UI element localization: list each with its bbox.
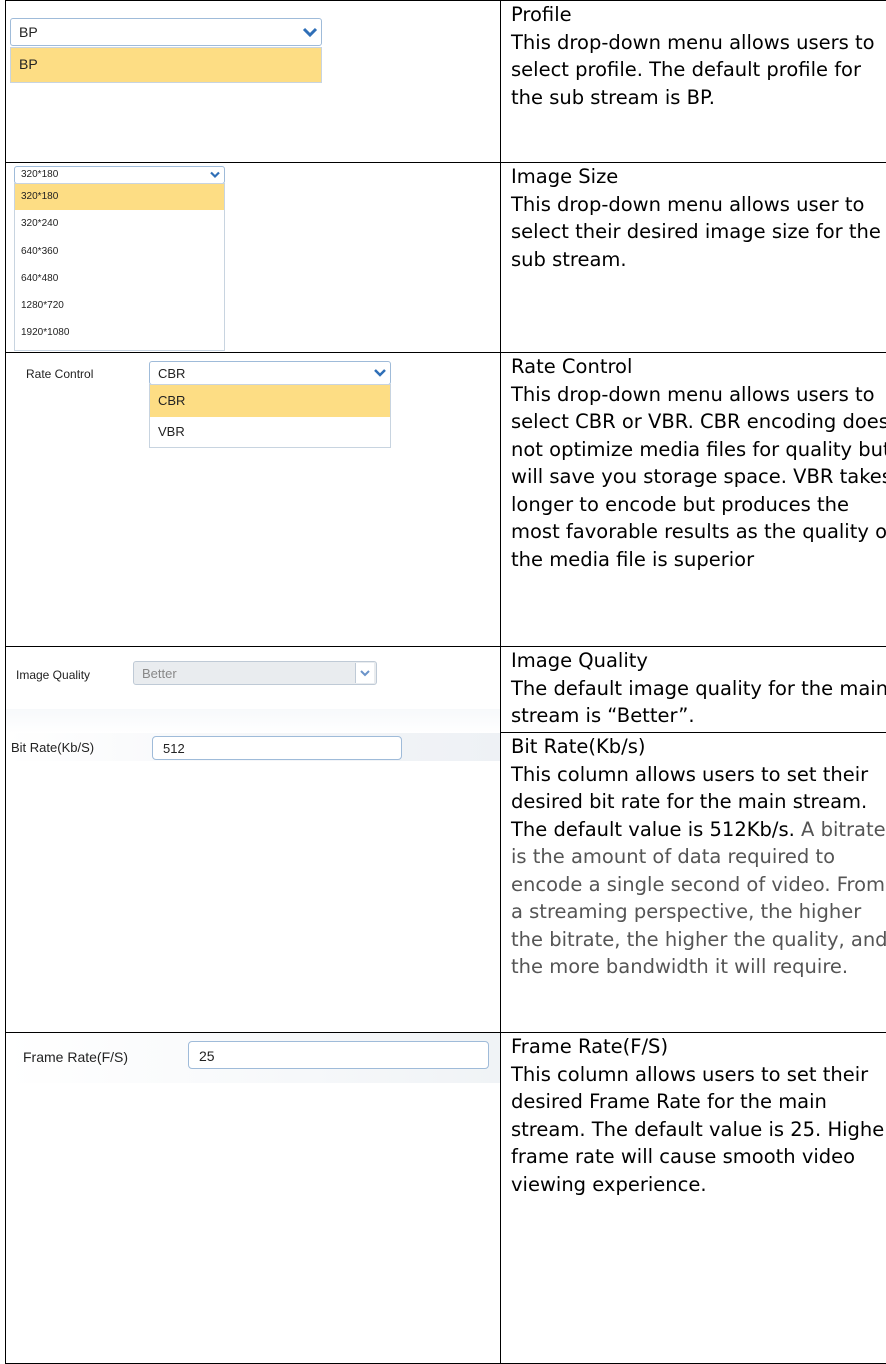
option-label: CBR: [158, 393, 186, 408]
row-description-note: A bitrate is the amount of data required…: [511, 817, 886, 979]
table-row: Frame Rate(F/S) 25 Frame Rate(F/S) This …: [5, 1032, 886, 1364]
table-row: Image Quality Better Image Quality The d…: [5, 646, 886, 733]
bit-rate-input[interactable]: 512: [152, 736, 402, 760]
option-label: 320*240: [21, 218, 59, 229]
option-label: 640*360: [21, 246, 59, 257]
image-size-option[interactable]: 640*360: [15, 239, 224, 265]
image-size-option[interactable]: 640*480: [15, 266, 224, 292]
rate-control-label: Rate Control: [26, 367, 94, 381]
description-cell: Rate Control This drop-down menu allows …: [500, 352, 886, 647]
ui-preview-cell: Image Quality Better: [5, 646, 501, 733]
description-cell: Profile This drop-down menu allows users…: [500, 0, 886, 163]
option-label: 1920*1080: [21, 327, 70, 338]
rate-control-option[interactable]: VBR: [150, 417, 390, 447]
image-size-selected-value: 320*180: [21, 169, 59, 180]
option-label: 1280*720: [21, 300, 64, 311]
frame-rate-input[interactable]: 25: [188, 1041, 489, 1069]
row-title: Frame Rate(F/S): [511, 1035, 669, 1058]
row-title: Rate Control: [511, 355, 633, 378]
image-size-option[interactable]: 1280*720: [15, 293, 224, 319]
image-quality-selected-value: Better: [142, 666, 177, 681]
image-size-option[interactable]: 320*240: [15, 211, 224, 237]
image-size-options: 320*180 320*240 640*360 640*480 1280*720…: [14, 183, 225, 351]
bit-rate-label: Bit Rate(Kb/S): [11, 740, 95, 755]
table-row: BP BP Profile This drop-down menu allows…: [5, 0, 886, 163]
row-description: This column allows users to set their de…: [511, 761, 886, 981]
frame-rate-label: Frame Rate(F/S): [23, 1049, 129, 1065]
description-cell: Bit Rate(Kb/s) This column allows users …: [500, 732, 886, 1033]
table-row: Rate Control CBR CBR VBR Rate Control Th…: [5, 352, 886, 647]
frame-rate-value: 25: [199, 1048, 215, 1064]
image-size-option[interactable]: 320*180: [15, 184, 224, 210]
row-title: Image Size: [511, 165, 619, 188]
ui-preview-cell: BP BP: [5, 0, 501, 163]
chevron-down-icon: [210, 171, 220, 179]
option-label: 640*480: [21, 273, 59, 284]
ui-preview-cell: 320*180 320*180 320*240 640*360 640*480 …: [5, 162, 501, 353]
row-description: The default image quality for the main s…: [511, 676, 886, 728]
option-label: BP: [19, 56, 38, 72]
image-size-select[interactable]: 320*180: [14, 166, 225, 184]
table-row: Bit Rate(Kb/S) 512 Bit Rate(Kb/s) This c…: [5, 732, 886, 1033]
row-description: This drop-down menu allows user to selec…: [511, 192, 881, 271]
row-title: Bit Rate(Kb/s): [511, 735, 646, 758]
option-label: VBR: [158, 424, 185, 439]
chevron-down-icon: [374, 369, 386, 377]
profile-option[interactable]: BP: [11, 48, 321, 82]
description-cell: Frame Rate(F/S) This column allows users…: [500, 1032, 886, 1364]
image-quality-select: Better: [133, 661, 377, 685]
image-size-option[interactable]: 1920*1080: [15, 320, 224, 346]
row-description: This drop-down menu allows users to sele…: [511, 30, 875, 109]
feature-table: BP BP Profile This drop-down menu allows…: [5, 0, 886, 1364]
rate-control-option[interactable]: CBR: [150, 385, 390, 417]
rate-control-select[interactable]: CBR: [149, 361, 391, 385]
profile-options: BP: [10, 47, 322, 83]
option-label: 320*180: [21, 191, 59, 202]
ui-preview-cell: Bit Rate(Kb/S) 512: [5, 732, 501, 1033]
description-cell: Image Size This drop-down menu allows us…: [500, 162, 886, 353]
profile-selected-value: BP: [19, 24, 38, 40]
chevron-down-icon: [355, 663, 374, 683]
image-quality-label: Image Quality: [16, 668, 91, 682]
row-description: This drop-down menu allows users to sele…: [511, 382, 886, 571]
ui-preview-cell: Rate Control CBR CBR VBR: [5, 352, 501, 647]
bit-rate-value: 512: [163, 741, 185, 756]
rate-control-options: CBR VBR: [149, 384, 391, 448]
chevron-down-icon: [302, 27, 318, 38]
row-description: This column allows users to set their de…: [511, 1062, 886, 1196]
rate-control-selected-value: CBR: [158, 366, 186, 381]
table-row: 320*180 320*180 320*240 640*360 640*480 …: [5, 162, 886, 353]
row-title: Profile: [511, 3, 572, 26]
row-title: Image Quality: [511, 649, 648, 672]
profile-select[interactable]: BP: [10, 18, 322, 46]
ui-preview-cell: Frame Rate(F/S) 25: [5, 1032, 501, 1364]
description-cell: Image Quality The default image quality …: [500, 646, 886, 733]
